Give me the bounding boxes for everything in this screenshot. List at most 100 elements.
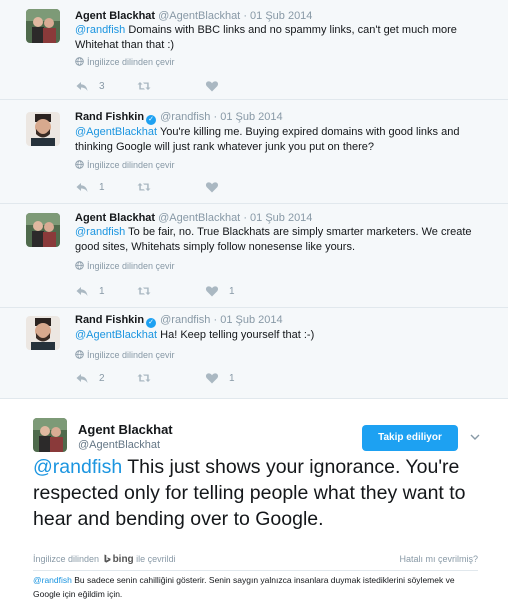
retweet-button[interactable] [137,284,161,298]
display-name[interactable]: Agent Blackhat [75,212,155,224]
translate-label: İngilizce dilinden çevir [87,261,175,271]
like-button[interactable] [205,79,229,93]
mention-link[interactable]: @AgentBlackhat [75,126,157,138]
avatar[interactable] [26,112,60,146]
mention-link[interactable]: @randfish [33,456,122,478]
heart-icon [205,373,219,384]
username[interactable]: @AgentBlackhat [78,439,160,451]
display-name[interactable]: Rand Fishkin [75,111,144,123]
tweet-text: @randfish This just shows your ignorance… [33,454,493,532]
like-count: 1 [229,285,235,297]
avatar[interactable] [26,213,60,247]
globe-icon [75,261,84,270]
translation-body: Bu sadece senin cahilliğini gösterir. Se… [33,575,455,599]
avatar[interactable] [26,316,60,350]
reply-icon [76,183,88,192]
tweet-header: Rand Fishkin ✓ @randfish · 01 Şub 2014 [75,314,283,328]
heart-icon [205,286,219,297]
mention-link[interactable]: @randfish [75,24,125,36]
thread-tweet[interactable]: Agent Blackhat @AgentBlackhat · 01 Şub 2… [0,204,508,308]
tweet-text: @randfish Domains with BBC links and no … [75,23,495,53]
globe-icon [75,57,84,66]
globe-icon [75,160,84,169]
display-name[interactable]: Rand Fishkin [75,314,144,326]
timestamp[interactable]: · 01 Şub 2014 [243,212,312,224]
retweet-icon [137,82,151,90]
reply-icon [76,287,88,296]
translate-link[interactable]: İngilizce dilinden çevir [75,350,175,360]
main-tweet: Agent Blackhat @AgentBlackhat Takip edil… [0,398,508,615]
translate-link[interactable]: İngilizce dilinden çevir [75,160,175,170]
mention-link[interactable]: @AgentBlackhat [75,329,157,341]
reply-button[interactable]: 3 [75,79,105,93]
globe-icon [75,350,84,359]
bing-logo-icon [104,554,111,563]
thread-tweet[interactable]: Agent Blackhat @AgentBlackhat · 01 Şub 2… [0,0,508,100]
reply-icon [76,374,88,383]
reply-icon [76,82,88,91]
timestamp[interactable]: · 01 Şub 2014 [214,314,283,326]
reply-button[interactable]: 2 [75,371,105,385]
retweet-button[interactable] [137,79,161,93]
username[interactable]: @AgentBlackhat [158,212,240,224]
retweet-button[interactable] [137,371,161,385]
following-button[interactable]: Takip ediliyor [362,425,458,451]
translate-label: İngilizce dilinden çevir [87,160,175,170]
tweet-text: @randfish To be fair, no. True Blackhats… [75,225,495,255]
translated-by-label: ile çevrildi [133,554,176,564]
reply-count: 1 [99,181,105,193]
tweet-text: @AgentBlackhat Ha! Keep telling yourself… [75,328,495,343]
timestamp[interactable]: · 01 Şub 2014 [243,10,312,22]
tweet-body: To be fair, no. True Blackhats are simpl… [75,226,472,253]
like-button[interactable] [205,180,229,194]
timestamp[interactable]: · 01 Şub 2014 [214,111,283,123]
action-bar: 3 [75,79,275,93]
retweet-icon [137,287,151,295]
display-name[interactable]: Agent Blackhat [78,422,173,437]
reply-count: 1 [99,285,105,297]
mention-link[interactable]: @randfish [33,575,72,585]
reply-button[interactable]: 1 [75,180,105,194]
tweet-body: Ha! Keep telling yourself that :-) [157,329,315,341]
like-count: 1 [229,372,235,384]
tweet-header: Agent Blackhat @AgentBlackhat · 01 Şub 2… [75,10,312,22]
mention-link[interactable]: @randfish [75,226,125,238]
verified-badge-icon: ✓ [146,318,157,328]
translate-link[interactable]: İngilizce dilinden çevir [75,57,175,67]
action-bar: 2 1 [75,371,275,385]
username[interactable]: @randfish [160,314,210,326]
heart-icon [205,81,219,92]
avatar[interactable] [33,418,67,452]
retweet-icon [137,183,151,191]
tweet-header: Rand Fishkin ✓ @randfish · 01 Şub 2014 [75,111,283,125]
avatar[interactable] [26,9,60,43]
username[interactable]: @AgentBlackhat [158,10,240,22]
translate-label: İngilizce dilinden çevir [87,57,175,67]
tweet-body: Domains with BBC links and no spammy lin… [75,24,457,51]
thread-tweet[interactable]: Rand Fishkin ✓ @randfish · 01 Şub 2014 @A… [0,100,508,204]
like-button[interactable]: 1 [205,371,235,385]
translation-bar: İngilizce dilinden bing ile çevrildi Hat… [33,554,478,571]
like-button[interactable]: 1 [205,284,235,298]
reply-button[interactable]: 1 [75,284,105,298]
translated-from-label: İngilizce dilinden [33,554,100,564]
bing-label: bing [112,554,134,565]
tweet-header: Agent Blackhat @AgentBlackhat · 01 Şub 2… [75,212,312,224]
reply-count: 2 [99,372,105,384]
wrong-translation-link[interactable]: Hatalı mı çevrilmiş? [399,554,478,564]
thread-tweet[interactable]: Rand Fishkin ✓ @randfish · 01 Şub 2014 @A… [0,308,508,398]
retweet-icon [137,374,151,382]
translate-label: İngilizce dilinden çevir [87,350,175,360]
chevron-down-icon[interactable] [469,431,481,443]
reply-count: 3 [99,80,105,92]
verified-badge-icon: ✓ [146,115,157,125]
heart-icon [205,182,219,193]
translated-text: @randfish Bu sadece senin cahilliğini gö… [33,573,483,601]
translate-link[interactable]: İngilizce dilinden çevir [75,261,175,271]
retweet-button[interactable] [137,180,161,194]
username[interactable]: @randfish [160,111,210,123]
tweet-text: @AgentBlackhat You're killing me. Buying… [75,125,495,155]
display-name[interactable]: Agent Blackhat [75,10,155,22]
action-bar: 1 [75,180,275,194]
action-bar: 1 1 [75,284,275,298]
